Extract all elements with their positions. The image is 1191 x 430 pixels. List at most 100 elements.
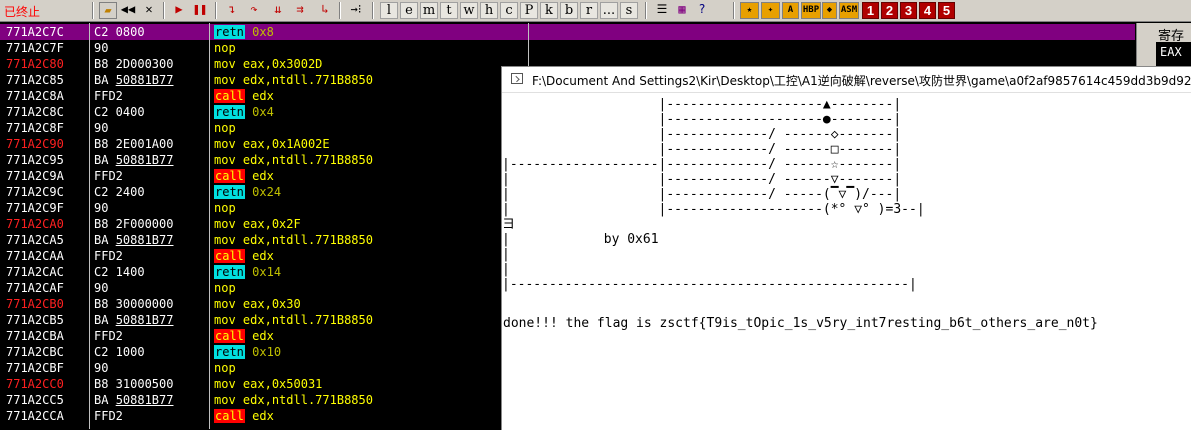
window-r-button[interactable]: r <box>580 2 598 19</box>
disasm-address: 771A2CC5 <box>6 393 64 407</box>
disasm-row[interactable]: 771A2C7F 90 nop <box>0 40 1135 56</box>
console-titlebar[interactable]: F:\Document And Settings2\Kir\Desktop\工控… <box>502 67 1191 93</box>
step-over-icon[interactable]: ↷ <box>244 2 264 19</box>
num-2-button[interactable]: 2 <box>881 2 898 19</box>
console-art-line: | by 0x61 <box>502 232 659 247</box>
window-l-button[interactable]: l <box>380 2 398 19</box>
asm-button[interactable]: ASM <box>839 2 859 19</box>
disasm-address: 771A2C80 <box>6 57 64 71</box>
window-h-button[interactable]: h <box>480 2 498 19</box>
console-art-line: |---------------------------------------… <box>502 277 917 292</box>
disasm-mnemonic: retn <box>214 345 245 359</box>
console-art-line: |-------------/ ------◇-------| <box>502 127 902 142</box>
disasm-operands: 0x14 <box>252 265 282 279</box>
disasm-hex: B8 2E001A00 <box>94 137 174 151</box>
disasm-hex: B8 2D000300 <box>94 57 174 71</box>
disasm-mnemonic: nop <box>214 41 236 55</box>
toolbar-separator <box>372 2 374 19</box>
toolbar-separator <box>339 2 341 19</box>
disasm-instruction: nop <box>214 120 243 136</box>
num-4-button[interactable]: 4 <box>919 2 936 19</box>
disasm-operands: edx <box>252 89 274 103</box>
console-window[interactable]: F:\Document And Settings2\Kir\Desktop\工控… <box>501 66 1191 430</box>
disasm-address: 771A2C7C <box>6 25 64 39</box>
disasm-address: 771A2C8C <box>6 105 64 119</box>
register-eax[interactable]: EAX <box>1160 45 1182 59</box>
disasm-address: 771A2CAF <box>6 281 64 295</box>
num-5-button[interactable]: 5 <box>938 2 955 19</box>
disasm-mnemonic: retn <box>214 185 245 199</box>
disasm-address: 771A2C85 <box>6 73 64 87</box>
disasm-address: 771A2C90 <box>6 137 64 151</box>
plugin-4-icon[interactable]: ◆ <box>822 2 837 19</box>
pause-icon[interactable]: ❚❚ <box>191 2 209 19</box>
disasm-instruction: mov edx,ntdll.771B8850 <box>214 232 373 248</box>
disasm-hex: FFD2 <box>94 249 123 263</box>
window-s-button[interactable]: s <box>620 2 638 19</box>
run-icon[interactable]: ▶ <box>170 2 188 19</box>
disasm-operands: edx,ntdll.771B8850 <box>242 153 373 167</box>
disasm-mnemonic: call <box>214 169 245 183</box>
disasm-mnemonic: mov <box>214 377 236 391</box>
disasm-row[interactable]: 771A2C7C C2 0800 retn 0x8 <box>0 24 1135 40</box>
disasm-instruction: call edx <box>214 248 274 264</box>
window-m-button[interactable]: m <box>420 2 438 19</box>
disasm-mnemonic: mov <box>214 233 236 247</box>
disasm-operands: eax,0x50031 <box>242 377 323 391</box>
disasm-mnemonic: retn <box>214 25 245 39</box>
disasm-operands: edx,ntdll.771B8850 <box>242 73 373 87</box>
execute-till-return-icon[interactable]: ↳ <box>316 2 334 19</box>
disasm-address: 771A2CB0 <box>6 297 64 311</box>
help-icon[interactable]: ? <box>693 2 711 19</box>
plugin-1-icon[interactable]: ★ <box>740 2 759 19</box>
window-e-button[interactable]: e <box>400 2 418 19</box>
disasm-hex: C2 2400 <box>94 185 145 199</box>
step-into-icon[interactable]: ↴ <box>222 2 242 19</box>
plugin-2-icon[interactable]: ✦ <box>761 2 780 19</box>
disasm-instruction: retn 0x24 <box>214 184 281 200</box>
toolbar-separator <box>163 2 165 19</box>
disasm-mnemonic: call <box>214 329 245 343</box>
rewind-icon[interactable]: ◀◀ <box>119 2 137 19</box>
disasm-instruction: nop <box>214 280 243 296</box>
window-t-button[interactable]: t <box>440 2 458 19</box>
status-text: 已终止 <box>4 5 41 19</box>
disasm-instruction: mov eax,0x30 <box>214 296 301 312</box>
disasm-instruction: mov edx,ntdll.771B8850 <box>214 392 373 408</box>
disasm-address: 771A2C95 <box>6 153 64 167</box>
disasm-instruction: call edx <box>214 328 274 344</box>
patch-icon[interactable]: ▦ <box>673 2 691 19</box>
disasm-mnemonic: call <box>214 409 245 423</box>
close-icon[interactable]: ✕ <box>140 2 158 19</box>
window-b-button[interactable]: b <box>560 2 578 19</box>
console-art-line: | |-------------/ ------▽-------| <box>502 172 902 187</box>
disasm-address: 771A2CC0 <box>6 377 64 391</box>
disasm-address: 771A2CB5 <box>6 313 64 327</box>
goto-icon[interactable]: →⁝ <box>346 2 366 19</box>
disasm-mnemonic: mov <box>214 73 236 87</box>
window-w-button[interactable]: w <box>460 2 478 19</box>
disasm-hex: C2 1000 <box>94 345 145 359</box>
disasm-instruction: mov eax,0x1A002E <box>214 136 330 152</box>
window-p-button[interactable]: P <box>520 2 538 19</box>
window-k-button[interactable]: k <box>540 2 558 19</box>
disasm-operands: edx <box>252 329 274 343</box>
disasm-instruction: nop <box>214 40 243 56</box>
window-source-button[interactable]: ... <box>600 2 618 19</box>
disasm-mnemonic: nop <box>214 281 236 295</box>
console-art-line: | <box>502 247 510 262</box>
num-3-button[interactable]: 3 <box>900 2 917 19</box>
list-icon[interactable]: ☰ <box>653 2 671 19</box>
hbp-button[interactable]: HBP <box>801 2 821 19</box>
disasm-address: 771A2CBF <box>6 361 64 375</box>
window-c-button[interactable]: c <box>500 2 518 19</box>
plugin-3-icon[interactable]: A <box>782 2 799 19</box>
disasm-address: 771A2C9C <box>6 185 64 199</box>
trace-over-icon[interactable]: ⇉ <box>290 2 310 19</box>
trace-into-icon[interactable]: ⇊ <box>268 2 288 19</box>
num-1-button[interactable]: 1 <box>862 2 879 19</box>
disasm-mnemonic: mov <box>214 297 236 311</box>
console-app-icon <box>511 73 523 84</box>
flag-output: done!!! the flag is zsctf{T9is_tOpic_1s_… <box>503 316 1098 331</box>
open-folder-icon[interactable]: ▰ <box>99 2 117 19</box>
